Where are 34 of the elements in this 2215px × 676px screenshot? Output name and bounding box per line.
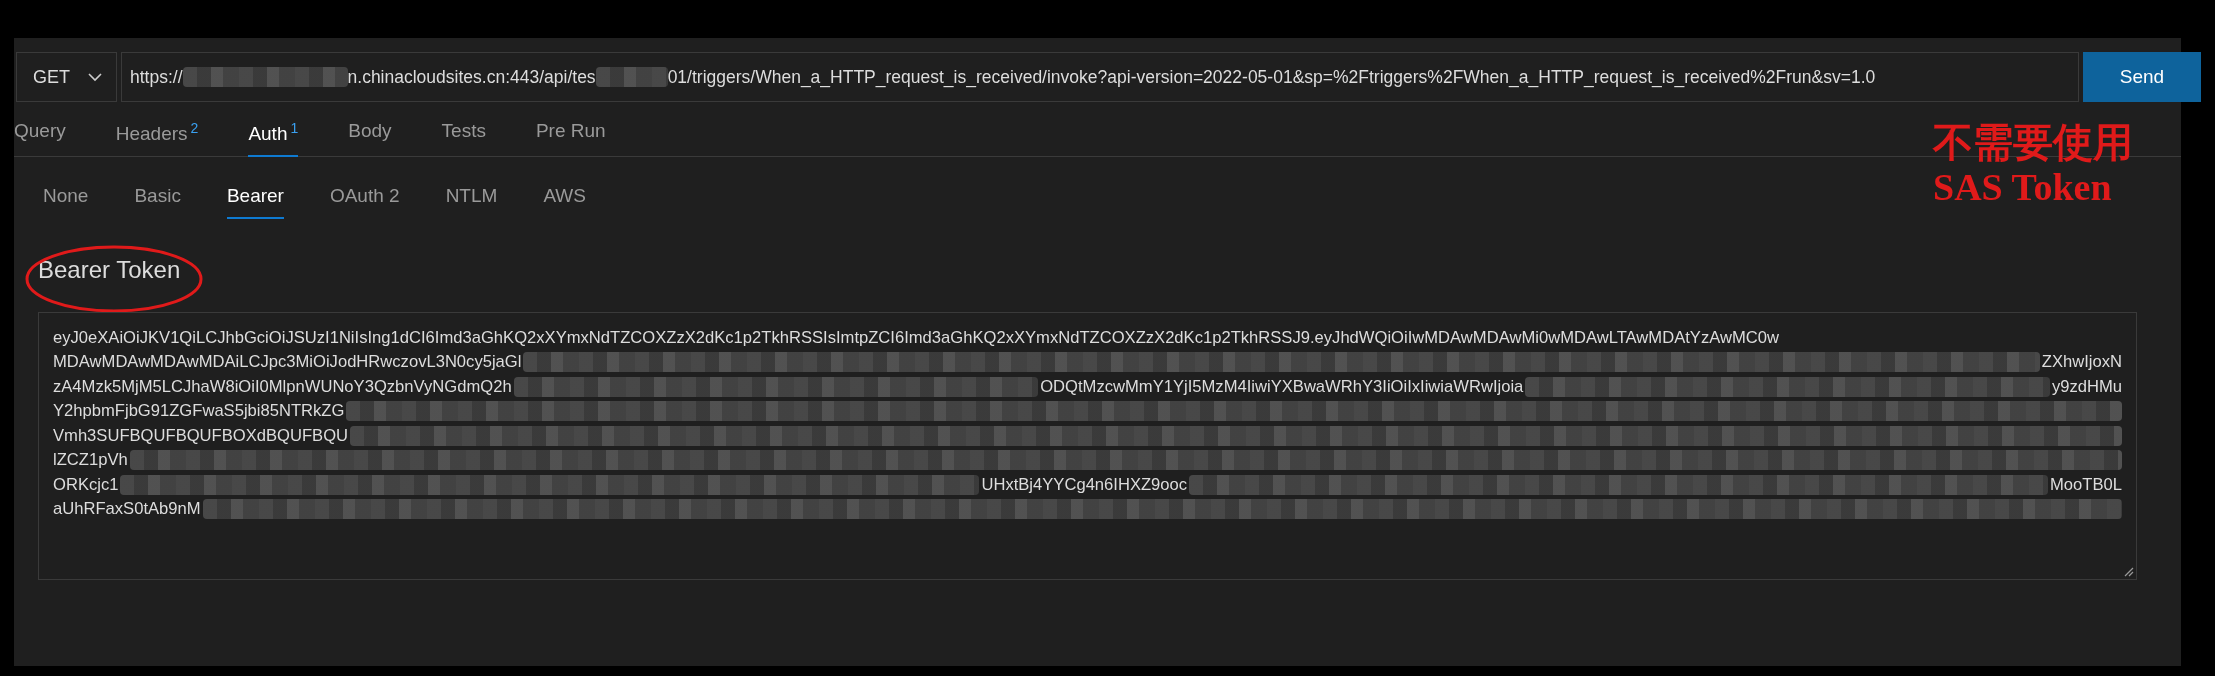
token-text: zA4Mzk5MjM5LCJhaW8iOiI0MlpnWUNoY3QzbnVyNGdmQ2h [53, 376, 512, 397]
annotation-text: 不需要使用 [1933, 120, 2133, 166]
auth-type-tab[interactable]: AWS [543, 177, 586, 220]
token-text: MDAwMDAwMDAwMDAiLCJpc3MiOiJodHRwczovL3N0cy5jaGl [53, 352, 522, 373]
request-tab[interactable]: Pre Run [535, 112, 606, 158]
auth-type-tab[interactable]: Bearer [226, 177, 284, 220]
request-tab[interactable]: Headers$^{2}$ [115, 112, 199, 158]
token-text: lZCZ1pVh [53, 450, 128, 471]
auth-type-tab[interactable]: None [43, 177, 89, 220]
token-text: Vmh3SUFBQUFBQUFBOXdBQUFBQU [53, 425, 349, 446]
request-tab[interactable]: Tests [441, 112, 486, 158]
request-tab[interactable]: Body [348, 112, 392, 158]
auth-type-tab[interactable]: NTLM [445, 177, 498, 220]
resize-grip-icon[interactable] [2122, 565, 2134, 578]
token-text: y9zdHMu [2051, 376, 2122, 397]
method-select[interactable]: GET [16, 52, 117, 102]
chevron-down-icon [88, 72, 102, 82]
token-text: ZXhwIjoxN [2041, 352, 2122, 373]
token-text: MooTB0L [2050, 474, 2122, 495]
token-text: aUhRFaxS0tAb9nM [53, 499, 201, 520]
token-text: ORKcjc1 [53, 474, 119, 495]
token-text: Y2hpbmFjbG91ZGFwaS5jbi85NTRkZG [53, 401, 345, 422]
annotation-text: SAS Token [1933, 166, 2112, 210]
request-tab[interactable]: Auth$^{1}$ [248, 112, 299, 158]
token-text: UHxtBj4YYCg4n6IHXZ9ooc [981, 474, 1188, 495]
field-label: Bearer Token [38, 256, 181, 284]
url-field[interactable]: https:// n.chinacloudsites.cn:443/api/tes 01/triggers/When_a_HTTP_request_is_received/invoke?api-version=2022-05-01&sp=%2Ftriggers%2FWhen_a_HTTP_request_is_received%2Frun&sv=1.0 [121, 52, 2079, 102]
token-text: eyJ0eXAiOiJKV1QiLCJhbGciOiJSUzI1NiIsIng1dCI6Imd3aGhKQ2xXYmxNdTZCOXZzX2dKc1p2TkhRSSIsImtpZCI6Imd3aGhKQ2xXYmxNdTZCOXZzX2dKc1p2TkhRSSJ9.eyJhdWQiOiIwMDAwMDAwMi0wMDAwLTAwMDAtYzAwMC0w [53, 327, 1779, 348]
token-text: ODQtMzcwMmY1YjI5MzM4IiwiYXBwaWRhY3IiOiIxIiwiaWRwIjoia [1040, 376, 1524, 397]
auth-type-tab[interactable]: OAuth 2 [329, 177, 400, 220]
auth-type-tab[interactable]: Basic [134, 177, 181, 220]
request-tab[interactable]: Query [14, 112, 66, 158]
send-button[interactable]: Send [2083, 52, 2201, 102]
token-textarea[interactable] [38, 312, 2137, 581]
